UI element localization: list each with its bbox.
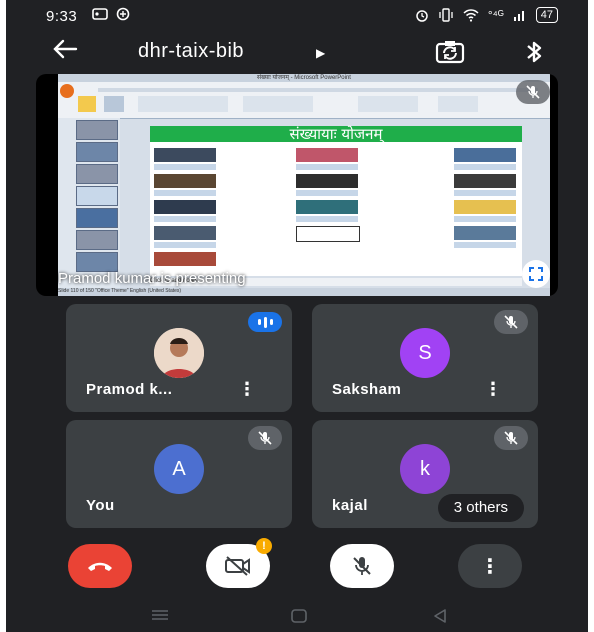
slide-thumbnail [76, 164, 118, 184]
slide-picture [154, 200, 216, 214]
slide-picture [154, 148, 216, 162]
ppt-title-bar: संख्याः योजनम् - Microsoft PowerPoint [58, 74, 550, 82]
avatar: A [154, 444, 204, 494]
video-off-icon [225, 556, 250, 576]
slide-thumbnails [58, 118, 120, 288]
more-options-button[interactable]: ⋮ [458, 544, 522, 588]
participant-tile-self[interactable]: A You [66, 420, 292, 528]
back-nav-button[interactable] [432, 608, 448, 629]
participant-name: You [86, 497, 115, 514]
more-options-icon[interactable]: ⋮ [484, 379, 502, 400]
avatar: S [400, 328, 450, 378]
slide-picture [454, 174, 516, 188]
participant-tile[interactable]: Pramod k... ⋮ [66, 304, 292, 412]
mic-off-icon [353, 557, 371, 575]
slide-thumbnail [76, 186, 118, 206]
network-type: °⁴ᴳ [487, 8, 504, 22]
mic-off-icon [504, 431, 518, 445]
muted-badge [494, 426, 528, 450]
ppt-ribbon [58, 82, 550, 119]
signal-icon [513, 11, 524, 21]
more-vert-icon: ⋮ [480, 555, 500, 578]
slide-title: संख्यायाः योजनम् [150, 126, 522, 142]
paste-icon [78, 96, 96, 112]
slide-thumbnail [76, 142, 118, 162]
system-navigation-bar [6, 600, 588, 632]
slide-thumbnail [76, 208, 118, 228]
participant-tile[interactable]: S Saksham ⋮ [312, 304, 538, 412]
slide-picture [296, 148, 358, 162]
arrow-back-icon [53, 39, 78, 59]
new-slide-icon [104, 96, 124, 112]
mic-off-icon [258, 431, 272, 445]
slide-picture [154, 252, 216, 266]
home-button[interactable] [290, 608, 308, 629]
ppt-status-line: Slide 110 of 150 "Office Theme" English … [58, 288, 550, 296]
call-controls: ! ⋮ [6, 538, 588, 592]
mic-toggle-button[interactable] [330, 544, 394, 588]
switch-camera-icon [435, 41, 465, 64]
end-call-button[interactable] [68, 544, 132, 588]
phone-screen: 9:33 °⁴ᴳ 47 dhr-taix-bib ▶ संख्याः योजनम… [6, 0, 588, 632]
camera-warning-badge: ! [256, 538, 272, 554]
battery-level: 47 [535, 7, 558, 23]
more-options-icon[interactable]: ⋮ [238, 379, 256, 400]
meeting-info-caret-icon[interactable]: ▶ [316, 46, 325, 60]
avatar [154, 328, 204, 378]
current-slide: संख्यायाः योजनम् [150, 126, 522, 276]
camera-toggle-button[interactable]: ! [206, 538, 272, 588]
slide-picture [154, 226, 216, 240]
back-button[interactable] [52, 36, 78, 66]
meeting-header: dhr-taix-bib ▶ [6, 36, 588, 70]
back-triangle-icon [434, 609, 446, 623]
bluetooth-icon [527, 41, 542, 63]
slide-thumbnail [76, 230, 118, 250]
recent-apps-button[interactable] [150, 608, 170, 627]
home-square-icon [291, 609, 307, 623]
switch-camera-button[interactable] [434, 38, 466, 71]
hang-up-icon [88, 562, 112, 571]
others-button[interactable]: 3 others [437, 494, 524, 522]
slide-picture [454, 226, 516, 240]
participant-tile[interactable]: k kajal 3 others [312, 420, 538, 528]
alarm-icon [416, 10, 428, 22]
mic-off-icon [526, 85, 540, 99]
participant-name: kajal [332, 497, 368, 514]
avatar-photo-icon [154, 328, 204, 378]
shared-screen: संख्याः योजनम् - Microsoft PowerPoint सं… [58, 74, 550, 296]
participant-name: Saksham [332, 381, 402, 398]
menu-lines-icon [152, 610, 168, 620]
slide-picture [296, 226, 360, 242]
cast-icon [92, 8, 108, 20]
presenting-label: Pramod kumar is presenting [58, 270, 246, 287]
wifi-icon [463, 9, 479, 22]
participant-name: Pramod k... [86, 381, 173, 398]
slide-picture [454, 148, 516, 162]
slide-picture [296, 200, 358, 214]
status-bar: 9:33 °⁴ᴳ 47 [6, 0, 588, 30]
muted-badge [494, 310, 528, 334]
muted-badge [248, 426, 282, 450]
slide-picture [454, 200, 516, 214]
meeting-code[interactable]: dhr-taix-bib [138, 40, 244, 63]
bluetooth-audio-button[interactable] [524, 38, 544, 71]
office-button-icon [60, 84, 74, 98]
presentation-stage[interactable]: संख्याः योजनम् - Microsoft PowerPoint सं… [36, 74, 558, 296]
slide-picture [154, 174, 216, 188]
vibrate-icon [439, 8, 453, 22]
speaking-indicator [248, 312, 282, 332]
slide-thumbnail [76, 120, 118, 140]
fullscreen-icon [529, 267, 543, 281]
mic-off-icon [504, 315, 518, 329]
slide-thumbnail [76, 252, 118, 272]
avatar: k [400, 444, 450, 494]
presenter-muted-badge [516, 80, 550, 104]
status-time: 9:33 [46, 8, 78, 25]
data-saver-icon [116, 7, 130, 21]
slide-picture [296, 174, 358, 188]
fullscreen-button[interactable] [522, 260, 550, 288]
